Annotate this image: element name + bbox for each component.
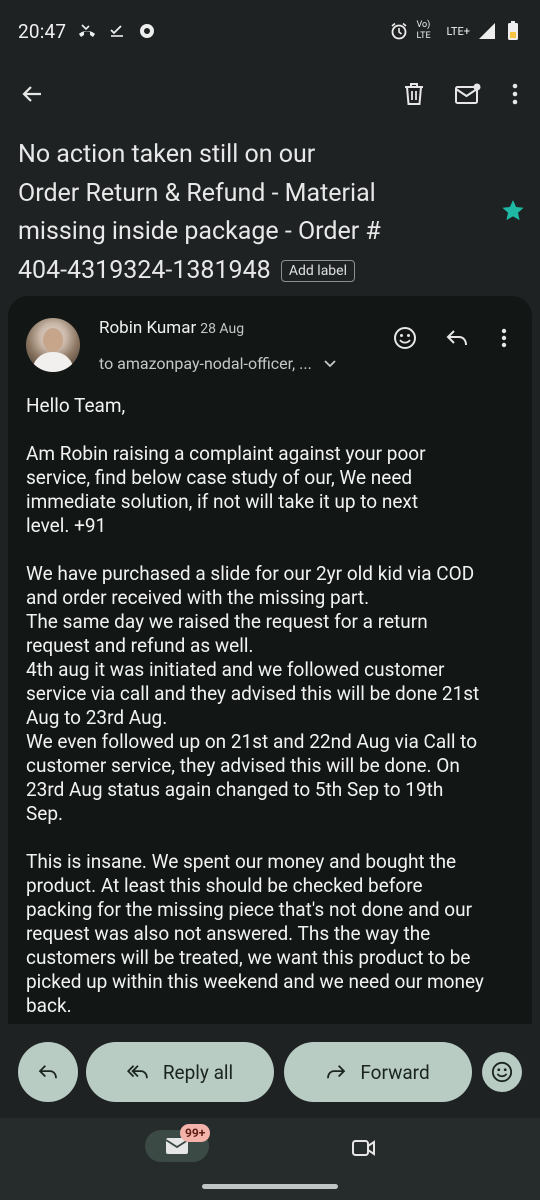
body-paragraph: Am Robin raising a complaint against you… xyxy=(26,442,426,537)
avatar[interactable] xyxy=(26,318,80,372)
reply-all-label: Reply all xyxy=(162,1060,234,1084)
react-emoji-button[interactable] xyxy=(482,1052,522,1092)
reply-all-button[interactable]: Reply all xyxy=(86,1042,274,1102)
message-card: Robin Kumar 28 Aug to amazonpay-nodal-off… xyxy=(8,296,532,1024)
signal-icon xyxy=(478,22,496,40)
subject-line: No action taken still on our xyxy=(18,140,316,169)
trash-icon xyxy=(405,83,423,105)
emoji-icon xyxy=(491,1061,513,1083)
subject-line: missing inside package - Order # xyxy=(18,217,381,246)
volte-label: Vo) LTE xyxy=(416,20,431,41)
arrow-back-icon xyxy=(22,86,41,102)
reply-pill-button[interactable] xyxy=(18,1042,78,1102)
alarm-icon xyxy=(390,22,408,40)
tab-meet[interactable] xyxy=(348,1132,380,1164)
reply-button[interactable] xyxy=(437,318,477,358)
delete-button[interactable] xyxy=(392,72,436,116)
body-paragraph: We have purchased a slide for our 2yr ol… xyxy=(26,562,480,825)
order-number: 404-4319324-1381948 xyxy=(18,255,271,285)
emoji-icon xyxy=(394,327,416,349)
bottom-navigation: 99+ xyxy=(0,1118,540,1200)
subject-line: Order Return & Refund - Material xyxy=(18,178,376,208)
star-button[interactable] xyxy=(500,198,528,226)
body-paragraph: This is insane. We spent our money and b… xyxy=(26,850,484,1017)
more-vert-icon xyxy=(501,328,507,348)
check-download-icon xyxy=(108,22,126,40)
mark-unread-button[interactable] xyxy=(446,72,490,116)
clock: 20:47 xyxy=(18,19,67,43)
video-icon xyxy=(352,1140,375,1156)
mail-unread-icon xyxy=(455,83,481,104)
sender: Robin Kumar 28 Aug xyxy=(99,318,244,338)
chevron-down-icon xyxy=(324,359,336,367)
forward-label: Forward xyxy=(360,1060,430,1084)
more-vert-icon xyxy=(512,83,518,105)
unread-count-badge: 99+ xyxy=(180,1124,211,1142)
missed-call-icon xyxy=(78,22,96,40)
recipients-text: to amazonpay-nodal-officer, ... xyxy=(99,354,312,373)
subject-line: 404-4319324-1381948 Add label xyxy=(18,252,488,291)
lte-label: LTE+ xyxy=(446,24,470,38)
reply-icon xyxy=(38,1065,57,1079)
email-subject: No action taken still on our Order Retur… xyxy=(18,136,488,290)
forward-icon xyxy=(327,1065,346,1079)
react-button[interactable] xyxy=(385,318,425,358)
reply-all-icon xyxy=(126,1065,148,1079)
sender-name: Robin Kumar xyxy=(99,318,197,338)
recipients-toggle[interactable]: to amazonpay-nodal-officer, ... xyxy=(99,354,336,373)
home-indicator[interactable] xyxy=(202,1184,338,1189)
battery-icon xyxy=(504,21,522,40)
status-bar: 20:47 Vo) LTE LTE+ xyxy=(0,0,540,62)
add-label-chip[interactable]: Add label xyxy=(280,259,355,282)
back-button[interactable] xyxy=(10,72,54,116)
more-options-button[interactable] xyxy=(493,72,537,116)
star-icon xyxy=(502,200,524,221)
reply-actions: Reply all Forward xyxy=(0,1040,540,1104)
body-paragraph: Hello Team, xyxy=(26,394,126,417)
app-notification-icon xyxy=(138,22,156,40)
message-date: 28 Aug xyxy=(200,321,245,337)
message-body: Hello Team, Am Robin raising a complaint… xyxy=(26,394,516,1024)
message-more-button[interactable] xyxy=(484,318,524,358)
app-bar xyxy=(0,62,540,126)
forward-button[interactable]: Forward xyxy=(284,1042,472,1102)
reply-icon xyxy=(446,330,467,346)
